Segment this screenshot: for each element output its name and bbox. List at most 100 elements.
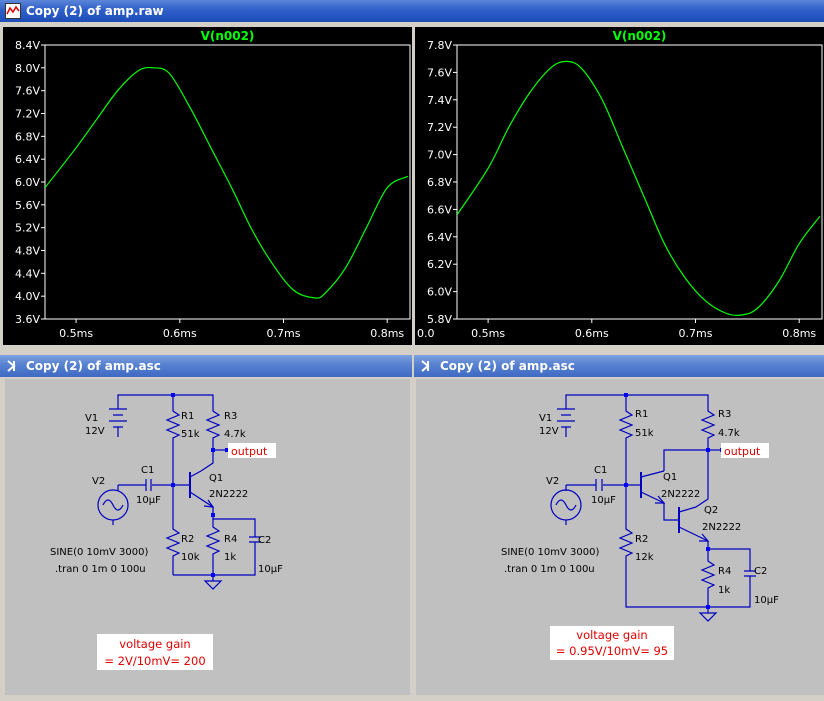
y-tick-label: 6.4V xyxy=(427,231,452,244)
c1-value: 10µF xyxy=(136,495,161,506)
v2-name: V2 xyxy=(92,476,105,487)
y-tick-label: 7.6V xyxy=(427,66,452,79)
y-tick-label: 7.2V xyxy=(15,108,40,121)
x-tick-label: 0.8ms xyxy=(782,327,816,340)
schematic-window-titlebar-left[interactable]: Copy (2) of amp.asc xyxy=(0,355,412,377)
y-tick-label: 6.0V xyxy=(15,176,40,189)
wire xyxy=(663,509,679,521)
y-tick-label: 7.4V xyxy=(427,94,452,107)
tran-directive: .tran 0 1m 0 100u xyxy=(504,564,595,575)
y-tick-label: 5.2V xyxy=(15,222,40,235)
waveform-pane-left[interactable]: V(n002) 8.4V 8.0V 7.6V 7.2V 6.8V 6.4V 6.0V 5.6V 5… xyxy=(3,27,412,345)
wire xyxy=(200,450,214,472)
q1-name: Q1 xyxy=(663,472,677,483)
x-tick-label: 0.0 xyxy=(417,327,435,340)
schematic-window-title: Copy (2) of amp.asc xyxy=(26,359,161,373)
schematic-app-icon xyxy=(421,360,430,372)
y-tick-label: 6.4V xyxy=(15,153,40,166)
r4-value: 1k xyxy=(224,552,236,563)
y-tick-label: 8.0V xyxy=(15,62,40,75)
r3-value: 4.7k xyxy=(224,429,246,440)
q1-collector xyxy=(640,470,665,478)
trace-line-vn002 xyxy=(45,66,409,299)
v2-name: V2 xyxy=(546,476,559,487)
y-tick-label: 7.6V xyxy=(15,85,40,98)
wire xyxy=(565,394,709,406)
c2-name: C2 xyxy=(754,566,767,577)
y-tick-label: 3.6V xyxy=(15,313,40,326)
waveform-chart-right[interactable]: V(n002) 7.8V 7.6V 7.4V 7.2V 7.0V 6.8V 6.6V 6.4V 6… xyxy=(415,27,824,345)
r4-resistor xyxy=(700,549,716,607)
gain-note-formula: = 2V/10mV= 200 xyxy=(104,654,205,668)
plot-frame xyxy=(456,44,823,320)
r2-resistor xyxy=(165,485,181,575)
output-net-label: output xyxy=(231,445,268,458)
y-tick-label: 6.8V xyxy=(427,176,452,189)
trace-label[interactable]: V(n002) xyxy=(613,29,667,43)
q2-collector xyxy=(678,506,697,513)
x-tick-label: 0.6ms xyxy=(575,327,609,340)
wire xyxy=(663,449,708,471)
tran-directive: .tran 0 1m 0 100u xyxy=(55,564,146,575)
y-tick-label: 4.8V xyxy=(15,245,40,258)
waveform-chart-left[interactable]: V(n002) 8.4V 8.0V 7.6V 7.2V 6.8V 6.4V 6.0V 5.6V 5… xyxy=(3,27,412,345)
gain-note-formula: = 0.95V/10mV= 95 xyxy=(556,644,668,658)
plot-window-title: Copy (2) of amp.raw xyxy=(26,4,164,18)
y-tick-label: 4.0V xyxy=(15,290,40,303)
source-spec: SINE(0 10mV 3000) xyxy=(50,547,148,558)
r4-value: 1k xyxy=(718,585,730,596)
x-tick-label: 0.5ms xyxy=(59,327,93,340)
y-tick-label: 5.8V xyxy=(427,313,452,326)
c1-capacitor xyxy=(145,479,152,491)
y-tick-label: 6.2V xyxy=(427,258,452,271)
x-tick-label: 0.5ms xyxy=(471,327,505,340)
schematic-canvas-left[interactable]: V1 12V V2 C1 10µF R1 51k R3 4.7k Q1 2N22… xyxy=(5,379,410,695)
c1-name: C1 xyxy=(141,465,154,476)
q2-name: Q2 xyxy=(704,505,718,516)
r1-name: R1 xyxy=(181,411,194,422)
q1-model: 2N2222 xyxy=(661,489,700,500)
r3-name: R3 xyxy=(718,409,731,420)
schematic-canvas-right[interactable]: V1 12V V2 C1 10µF R1 51k R3 4.7k Q1 2N22… xyxy=(416,379,824,695)
r1-resistor xyxy=(618,406,634,485)
r3-value: 4.7k xyxy=(718,428,740,439)
y-tick-label: 6.0V xyxy=(427,286,452,299)
y-tick-label: 6.6V xyxy=(427,203,452,216)
r4-resistor xyxy=(205,519,221,575)
x-tick-label: 0.7ms xyxy=(679,327,713,340)
y-tick-label: 7.8V xyxy=(427,39,452,52)
waveform-pane-right[interactable]: V(n002) 7.8V 7.6V 7.4V 7.2V 7.0V 6.8V 6.6V 6.4V 6… xyxy=(415,27,824,345)
schematic-window-titlebar-right[interactable]: Copy (2) of amp.asc xyxy=(414,355,824,377)
v1-name: V1 xyxy=(539,413,552,424)
c2-value: 10µF xyxy=(258,564,283,575)
trace-label[interactable]: V(n002) xyxy=(201,29,255,43)
q1-collector xyxy=(189,470,202,478)
sine-icon xyxy=(102,499,124,511)
r3-name: R3 xyxy=(224,411,237,422)
r2-value: 12k xyxy=(635,552,654,563)
r2-name: R2 xyxy=(181,534,194,545)
schematic-window-title: Copy (2) of amp.asc xyxy=(440,359,575,373)
x-tick-label: 0.7ms xyxy=(267,327,301,340)
wire xyxy=(117,394,214,406)
r1-name: R1 xyxy=(635,409,648,420)
v1-name: V1 xyxy=(85,413,98,424)
r4-name: R4 xyxy=(718,566,731,577)
ground-symbol xyxy=(698,612,718,622)
output-net-label: output xyxy=(724,445,761,458)
gain-note-title: voltage gain xyxy=(576,628,647,642)
trace-line-vn002 xyxy=(457,60,821,317)
r2-value: 10k xyxy=(181,552,200,563)
v1-value: 12V xyxy=(85,426,105,437)
y-tick-label: 7.2V xyxy=(427,121,452,134)
y-tick-label: 6.8V xyxy=(15,130,40,143)
r1-value: 51k xyxy=(635,428,654,439)
plot-window-titlebar[interactable]: Copy (2) of amp.raw xyxy=(0,0,824,22)
schematic-app-icon xyxy=(7,360,16,372)
c1-capacitor xyxy=(595,479,603,491)
r1-value: 51k xyxy=(181,429,200,440)
source-spec: SINE(0 10mV 3000) xyxy=(501,547,599,558)
q1-name: Q1 xyxy=(209,473,223,484)
r3-resistor xyxy=(205,406,221,450)
y-tick-label: 4.4V xyxy=(15,267,40,280)
